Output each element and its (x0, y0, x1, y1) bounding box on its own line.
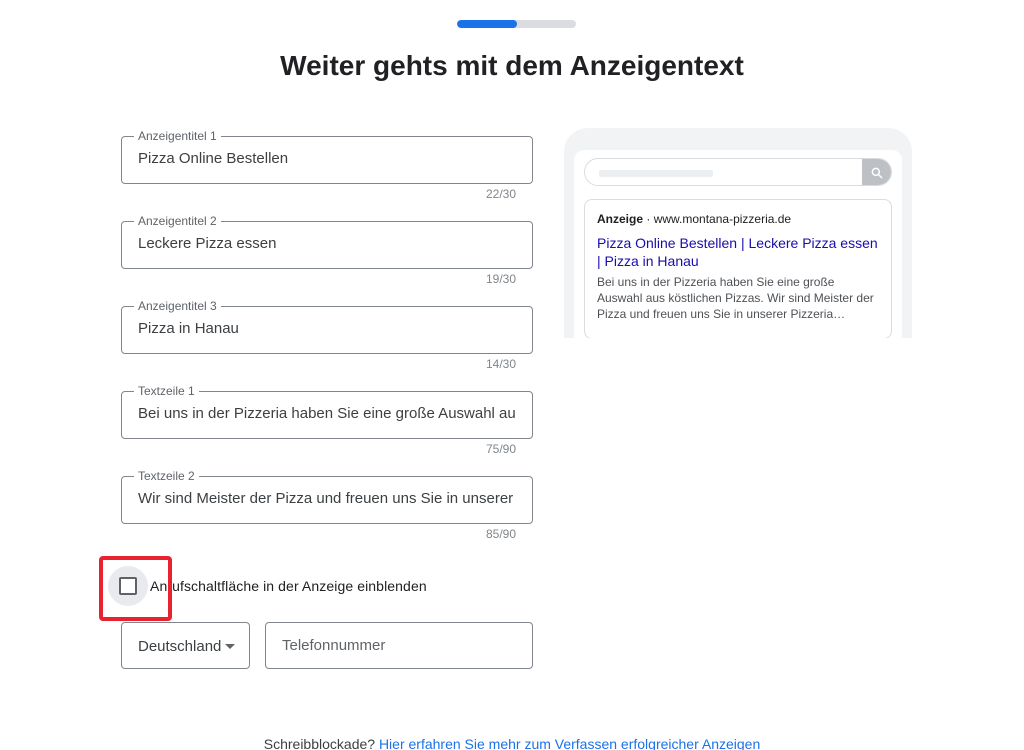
description-1-input[interactable] (138, 405, 516, 422)
search-placeholder-bar (599, 170, 713, 177)
progress-fill (457, 20, 517, 28)
description-2-input[interactable] (138, 490, 516, 507)
ad-headline: Pizza Online Bestellen | Leckere Pizza e… (597, 235, 878, 269)
ad-label: Anzeige (597, 212, 644, 226)
ad-url: www.montana-pizzeria.de (653, 212, 792, 226)
headline-2-field[interactable]: Anzeigentitel 2 19/30 (121, 214, 533, 286)
headline-2-input[interactable] (138, 235, 516, 252)
ad-meta: Anzeige · www.montana-pizzeria.de (597, 212, 879, 226)
description-1-counter: 75/90 (485, 442, 516, 456)
progress-bar (457, 20, 576, 28)
description-2-counter: 85/90 (485, 527, 516, 541)
headline-1-counter: 22/30 (485, 187, 516, 201)
headline-2-label: Anzeigentitel 2 (134, 214, 221, 228)
country-value: Deutschland (138, 638, 222, 655)
headline-1-label: Anzeigentitel 1 (134, 129, 221, 143)
headline-3-counter: 14/30 (485, 357, 516, 371)
description-1-label: Textzeile 1 (134, 384, 199, 398)
description-2-label: Textzeile 2 (134, 469, 199, 483)
headline-2-counter: 19/30 (485, 272, 516, 286)
highlight-box (99, 556, 172, 621)
call-button-label[interactable]: Anrufschaltfläche in der Anzeige einblen… (150, 578, 427, 594)
ad-preview: Anzeige · www.montana-pizzeria.de Pizza … (564, 128, 912, 338)
headline-3-input[interactable] (138, 320, 516, 337)
preview-search-bar (584, 158, 892, 186)
page-title: Weiter gehts mit dem Anzeigentext (280, 50, 744, 81)
country-select[interactable]: Deutschland (121, 622, 250, 669)
search-icon (871, 167, 882, 179)
description-2-field[interactable]: Textzeile 2 85/90 (121, 469, 533, 541)
ad-description: Bei uns in der Pizzeria haben Sie eine g… (597, 275, 874, 321)
headline-1-input[interactable] (138, 150, 516, 167)
headline-3-label: Anzeigentitel 3 (134, 299, 221, 313)
footer: Schreibblockade? Hier erfahren Sie mehr … (0, 736, 1024, 750)
caret-down-icon (225, 644, 235, 649)
ad-card: Anzeige · www.montana-pizzeria.de Pizza … (584, 199, 892, 338)
phone-screen: Anzeige · www.montana-pizzeria.de Pizza … (574, 150, 902, 338)
phone-input[interactable] (282, 637, 516, 654)
footer-text: Schreibblockade? (263, 736, 376, 750)
headline-3-field[interactable]: Anzeigentitel 3 14/30 (121, 299, 533, 371)
help-link[interactable]: Hier erfahren Sie mehr zum Verfassen erf… (379, 736, 760, 750)
ad-separator: · (646, 212, 651, 226)
description-1-field[interactable]: Textzeile 1 75/90 (121, 384, 533, 456)
phone-field[interactable] (265, 622, 533, 669)
preview-search-button (862, 159, 891, 185)
headline-1-field[interactable]: Anzeigentitel 1 22/30 (121, 129, 533, 201)
